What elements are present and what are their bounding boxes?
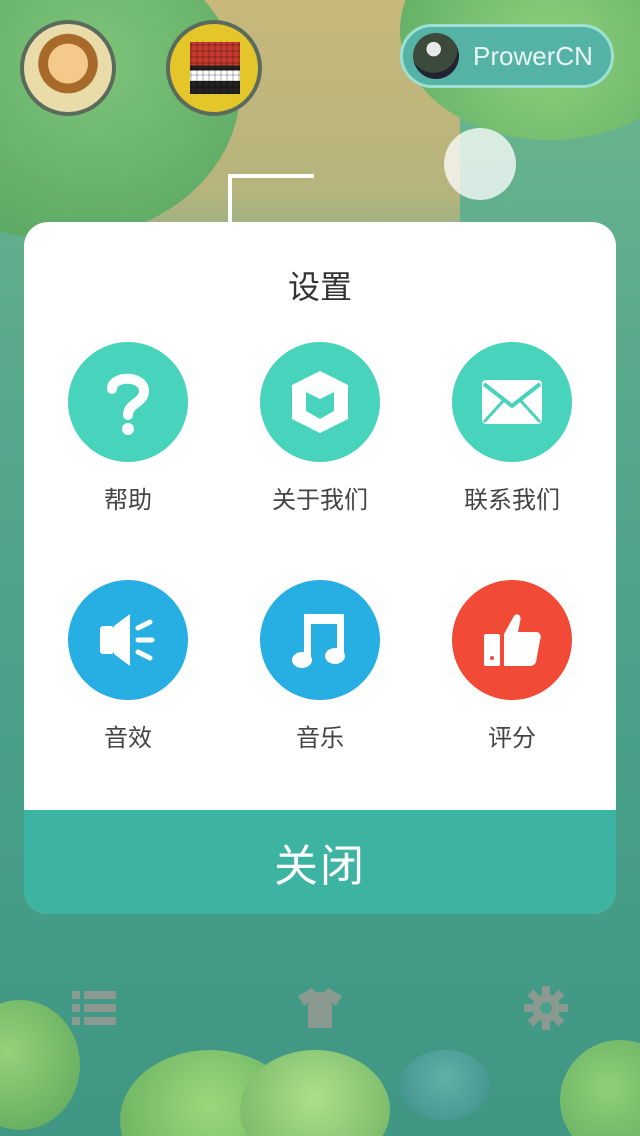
- music-icon: [260, 580, 380, 700]
- list-icon[interactable]: [72, 986, 116, 1030]
- lily-pad: [400, 1050, 490, 1120]
- lily-pad: [560, 1040, 640, 1136]
- sound-effects-button[interactable]: 音效: [48, 580, 208, 753]
- close-button[interactable]: 关闭: [24, 810, 616, 914]
- contact-button[interactable]: 联系我们: [432, 342, 592, 515]
- lily-pad: [0, 1000, 80, 1130]
- user-chip[interactable]: ProwerCN: [400, 24, 614, 88]
- dialog-title: 设置: [287, 268, 352, 306]
- music-label: 音乐: [296, 724, 344, 752]
- about-label: 关于我们: [272, 486, 368, 514]
- pixel-face-icon: [190, 42, 240, 94]
- bubble: [444, 128, 516, 200]
- user-photo: [413, 33, 459, 79]
- music-button[interactable]: 音乐: [240, 580, 400, 753]
- shirt-icon[interactable]: [298, 986, 342, 1030]
- player-avatar[interactable]: [20, 20, 116, 116]
- help-button[interactable]: 帮助: [48, 342, 208, 515]
- opponent-avatar[interactable]: [166, 20, 262, 116]
- cube-icon: [260, 342, 380, 462]
- speaker-icon: [68, 580, 188, 700]
- rate-button[interactable]: 评分: [432, 580, 592, 753]
- settings-dialog: 设置 帮助 关于我们 联系我们 音效 音乐 评分 关闭: [24, 222, 616, 914]
- frame-corner: [228, 174, 314, 228]
- help-icon: [68, 342, 188, 462]
- thumbs-up-icon: [452, 580, 572, 700]
- sound-effects-label: 音效: [104, 724, 152, 752]
- mail-icon: [452, 342, 572, 462]
- rate-label: 评分: [488, 724, 536, 752]
- gear-icon[interactable]: [524, 986, 568, 1030]
- about-button[interactable]: 关于我们: [240, 342, 400, 515]
- help-label: 帮助: [104, 486, 152, 514]
- user-name: ProwerCN: [473, 40, 593, 71]
- close-label: 关闭: [274, 841, 366, 892]
- contact-label: 联系我们: [464, 486, 560, 514]
